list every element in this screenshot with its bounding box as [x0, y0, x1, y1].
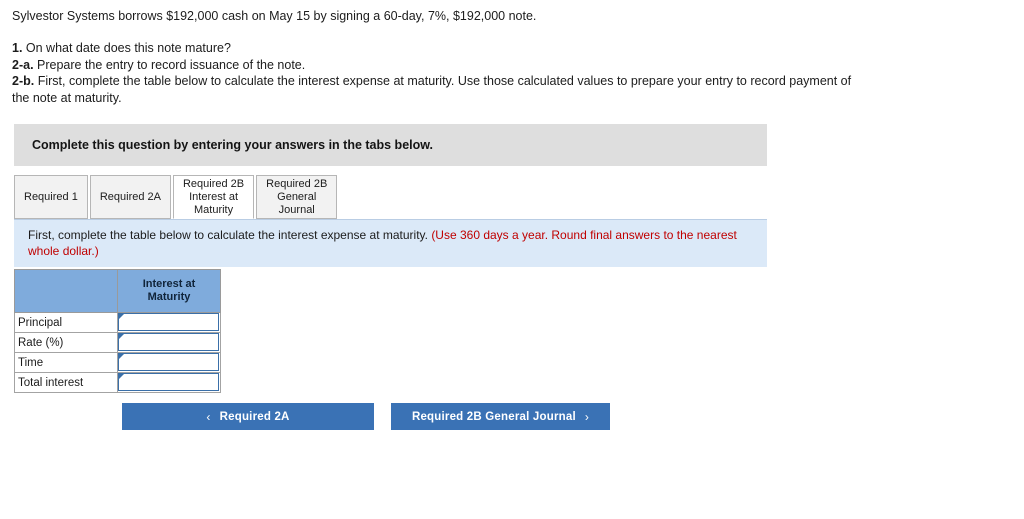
input-total-interest[interactable]: [118, 373, 219, 391]
table-row: Principal: [14, 312, 221, 333]
chevron-left-icon: ‹: [206, 409, 211, 424]
table-body: Principal Rate (%) Time Total interest: [14, 312, 221, 393]
previous-tab-label: Required 2A: [219, 410, 290, 423]
table-row: Rate (%): [14, 332, 221, 353]
row-label-time: Time: [14, 352, 118, 373]
table-row: Time: [14, 352, 221, 373]
requirement-number-2b: 2-b.: [12, 74, 35, 88]
tab-required-2a[interactable]: Required 2A: [89, 175, 171, 219]
input-time[interactable]: [118, 353, 219, 371]
input-rate[interactable]: [118, 333, 219, 351]
cell-time[interactable]: [117, 352, 221, 373]
question-stem: Sylvestor Systems borrows $192,000 cash …: [12, 9, 537, 23]
question-page: Sylvestor Systems borrows $192,000 cash …: [0, 0, 1024, 519]
next-tab-label: Required 2B General Journal: [411, 410, 576, 423]
interest-calculation-table: Interest at Maturity Principal Rate (%) …: [14, 269, 221, 393]
requirement-item-1: 1. On what date does this note mature?: [12, 40, 852, 57]
requirement-number-2a: 2-a.: [12, 57, 34, 72]
tab-required-2b-interest-at-maturity[interactable]: Required 2B Interest at Maturity: [172, 175, 255, 219]
requirement-text-1: On what date does this note mature?: [22, 41, 231, 55]
instruction-band: Complete this question by entering your …: [14, 124, 767, 166]
row-label-total-interest: Total interest: [14, 372, 118, 393]
cell-rate[interactable]: [117, 332, 221, 353]
table-row: Total interest: [14, 372, 221, 393]
cell-total-interest[interactable]: [117, 372, 221, 393]
info-bar-text: First, complete the table below to calcu…: [28, 228, 432, 242]
chevron-right-icon: ›: [584, 409, 590, 424]
row-label-rate: Rate (%): [14, 332, 118, 353]
previous-tab-button[interactable]: ‹ Required 2A: [122, 403, 374, 430]
requirement-text-2a: Prepare the entry to record issuance of …: [33, 57, 306, 72]
tab-strip: Required 1 Required 2A Required 2B Inter…: [14, 175, 339, 219]
table-head: Interest at Maturity: [14, 269, 221, 313]
requirement-item-2b: 2-b. First, complete the table below to …: [12, 73, 852, 106]
cell-principal[interactable]: [117, 312, 221, 333]
next-tab-button[interactable]: Required 2B General Journal ›: [391, 403, 610, 430]
tab-required-2b-general-journal[interactable]: Required 2B General Journal: [256, 175, 338, 219]
requirement-item-2a: 2-a. Prepare the entry to record issuanc…: [12, 57, 852, 74]
table-header-row: Interest at Maturity: [14, 269, 221, 313]
table-column-header-interest-at-maturity: Interest at Maturity: [117, 269, 221, 313]
requirement-text-2b: First, complete the table below to calcu…: [12, 74, 852, 105]
table-corner-header: [14, 269, 118, 313]
requirements-list: 1. On what date does this note mature? 2…: [12, 40, 852, 106]
requirement-number-1: 1.: [12, 41, 23, 55]
info-bar: First, complete the table below to calcu…: [14, 219, 767, 267]
row-label-principal: Principal: [14, 312, 118, 333]
instruction-band-text: Complete this question by entering your …: [32, 138, 433, 152]
tab-required-1[interactable]: Required 1: [14, 175, 88, 219]
input-principal[interactable]: [118, 313, 219, 331]
